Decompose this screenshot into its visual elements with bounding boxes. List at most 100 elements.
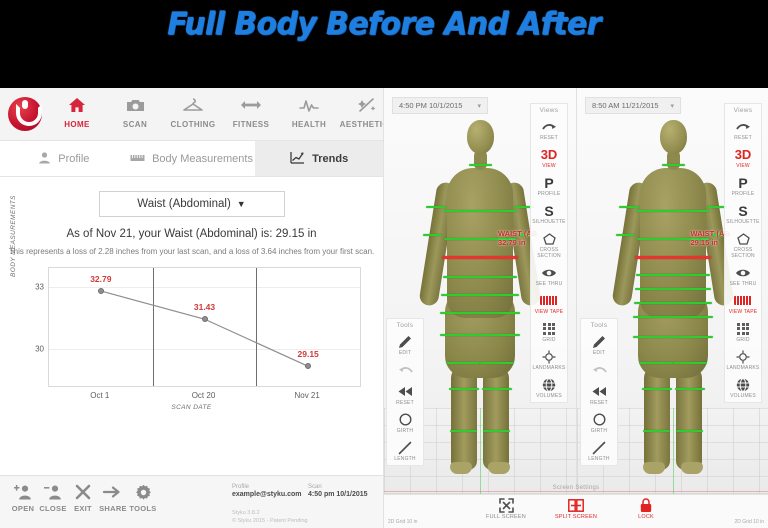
share-button[interactable]: SHARE	[98, 481, 128, 513]
tools-girth-button[interactable]: GIRTH	[387, 409, 423, 437]
views-3d-button[interactable]: 3D VIEW	[531, 144, 567, 172]
views-cross-section-button[interactable]: CROSS SECTION	[531, 228, 567, 262]
pentagon-icon	[531, 231, 567, 246]
summary-detail: This represents a loss of 2.28 inches fr…	[8, 247, 375, 256]
views-reset-button[interactable]: RESET	[725, 116, 761, 144]
lock-button[interactable]: LOCK	[622, 498, 670, 520]
nav-item-clothing[interactable]: CLOTHING	[164, 92, 222, 129]
title-banner: Full Body Before And After	[0, 0, 768, 88]
open-button-label: OPEN	[11, 504, 35, 513]
views-profile-button[interactable]: P PROFILE	[725, 172, 761, 200]
measurement-band-chest	[443, 210, 517, 212]
measurement-band-hip-1	[441, 294, 519, 296]
measurement-band-thigh-l	[446, 362, 480, 364]
measurement-band-hip-1	[633, 302, 712, 304]
add-user-icon	[8, 481, 38, 503]
chart-series-line	[100, 290, 309, 367]
tools-reset-button[interactable]: RESET	[581, 381, 617, 409]
views-3d-button[interactable]: 3D VIEW	[725, 144, 761, 172]
tab-profile[interactable]: Profile	[0, 141, 128, 176]
tools-reset-button[interactable]: RESET	[387, 381, 423, 409]
foot-right	[488, 462, 510, 474]
three-d-icon: 3D	[734, 147, 752, 162]
tools-length-label: LENGTH	[394, 456, 416, 462]
chart-plot-area: 30 33 32.79 31.43 29.15	[35, 267, 361, 387]
left-dashboard-panel: HOME SCAN CLOTHING FITNESS HEALTH AESTHE…	[0, 88, 384, 528]
foot-left	[450, 462, 472, 474]
tools-girth-button[interactable]: GIRTH	[581, 409, 617, 437]
views-volumes-button[interactable]: VOLUMES	[725, 374, 761, 402]
views-grid-button[interactable]: GRID	[725, 318, 761, 346]
measurement-band-forearm-l	[615, 234, 635, 236]
tab-trends-label: Trends	[312, 152, 349, 165]
measurement-band-thigh-r	[480, 362, 514, 364]
screen-settings-title: Screen Settings	[552, 485, 600, 491]
tools-girth-label: GIRTH	[590, 428, 608, 434]
full-screen-button[interactable]: FULL SCREEN	[482, 498, 530, 520]
tab-trends[interactable]: Trends	[255, 141, 383, 176]
views-landmarks-button[interactable]: LANDMARKS	[531, 346, 567, 374]
nav-item-fitness[interactable]: FITNESS	[222, 92, 280, 129]
body-model-before[interactable]: WAIST (AB 32.79 in	[418, 110, 542, 474]
nav-item-aesthetics[interactable]: AESTHETICS	[338, 92, 383, 129]
tools-length-button[interactable]: LENGTH	[581, 437, 617, 465]
pentagon-icon	[725, 231, 761, 246]
share-button-label: SHARE	[99, 504, 127, 513]
measurement-band-seat	[440, 334, 520, 336]
chart-data-point[interactable]	[201, 316, 208, 323]
left-bottom-toolbar: OPEN CLOSE EXIT SHARE TOOLS Profile exam…	[0, 475, 383, 528]
measuring-tape-icon	[531, 293, 567, 308]
tools-button[interactable]: TOOLS	[128, 481, 158, 513]
split-screen-button[interactable]: SPLIT SCREEN	[552, 498, 600, 520]
nav-item-health[interactable]: HEALTH	[280, 92, 338, 129]
nav-item-scan[interactable]: SCAN	[106, 92, 164, 129]
views-landmarks-button[interactable]: LANDMARKS	[725, 346, 761, 374]
silhouette-s-icon: S	[544, 202, 554, 219]
views-view-tape-button[interactable]: VIEW TAPE	[725, 290, 761, 318]
views-see-thru-button[interactable]: SEE THRU	[725, 262, 761, 290]
views-profile-button[interactable]: P PROFILE	[531, 172, 567, 200]
head-segment	[467, 120, 494, 154]
open-button[interactable]: OPEN	[8, 481, 38, 513]
chart-data-label: 31.43	[193, 302, 216, 313]
close-button[interactable]: CLOSE	[38, 481, 68, 513]
measurement-band-abs-1	[635, 274, 710, 276]
undo-icon	[581, 362, 617, 377]
grid-icon	[725, 321, 761, 336]
chart-y-tick: 30	[35, 344, 44, 354]
exit-button[interactable]: EXIT	[68, 481, 98, 513]
views-reset-button[interactable]: RESET	[531, 116, 567, 144]
measurement-band-calf-r	[675, 430, 703, 432]
gear-icon	[128, 481, 158, 503]
chart-data-point[interactable]	[97, 287, 104, 294]
views-volumes-button[interactable]: VOLUMES	[531, 374, 567, 402]
body-model-after[interactable]: WAIST (AB 29.15 in	[610, 110, 735, 474]
tab-body-measurements[interactable]: Body Measurements	[128, 141, 256, 176]
eye-icon	[531, 265, 567, 280]
tools-undo-button[interactable]	[581, 359, 617, 381]
views-volumes-label: VOLUMES	[730, 393, 756, 399]
measurement-band-thigh-l	[638, 362, 673, 364]
views-silhouette-button[interactable]: S SILHOUETTE	[531, 200, 567, 228]
foot-left	[642, 462, 665, 474]
views-3d-label: VIEW	[542, 163, 556, 169]
measurement-band-waist	[634, 256, 711, 259]
tools-undo-button[interactable]	[387, 359, 423, 381]
version-line-1: Styku 3.8.2	[232, 510, 260, 516]
views-view-tape-button[interactable]: VIEW TAPE	[531, 290, 567, 318]
views-grid-button[interactable]: GRID	[531, 318, 567, 346]
tools-edit-button[interactable]: EDIT	[581, 331, 617, 359]
views-see-thru-button[interactable]: SEE THRU	[531, 262, 567, 290]
views-cross-section-button[interactable]: CROSS SECTION	[725, 228, 761, 262]
measurement-band-neck	[469, 164, 492, 166]
chart-data-point[interactable]	[305, 363, 312, 370]
views-silhouette-button[interactable]: S SILHOUETTE	[725, 200, 761, 228]
tools-length-button[interactable]: LENGTH	[387, 437, 423, 465]
nav-item-home[interactable]: HOME	[48, 92, 106, 129]
split-screen-icon	[552, 498, 600, 513]
line-icon	[387, 440, 423, 455]
page-title: Full Body Before And After	[167, 6, 601, 42]
measurement-select[interactable]: Waist (Abdominal) ▼	[98, 191, 285, 217]
measurement-select-value: Waist (Abdominal)	[137, 198, 231, 210]
tools-edit-button[interactable]: EDIT	[387, 331, 423, 359]
